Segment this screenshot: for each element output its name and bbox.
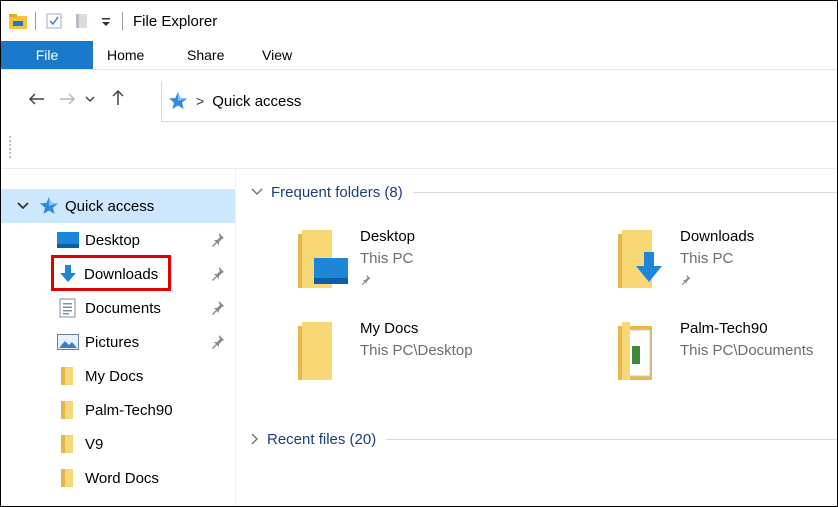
nav-label: V9 (85, 435, 104, 453)
nav-item-v9[interactable]: V9 (1, 427, 235, 461)
back-arrow-icon (28, 93, 44, 105)
tab-view[interactable]: View (262, 41, 292, 69)
tile-location: This PC\Documents (680, 342, 814, 359)
forward-arrow-icon (60, 93, 76, 105)
pin-icon (681, 274, 691, 286)
window-title: File Explorer (133, 12, 218, 30)
properties-checkbox-icon[interactable] (46, 13, 62, 29)
nav-label: Desktop (85, 231, 141, 249)
section-divider (386, 438, 837, 440)
tile-my-docs[interactable]: My Docs This PC\Desktop (296, 320, 586, 398)
desktop-folder-icon (298, 230, 348, 288)
explorer-folder-icon[interactable] (9, 13, 27, 29)
section-divider (412, 191, 837, 193)
tile-location: This PC (680, 250, 734, 267)
section-title: Recent files (20) (267, 430, 377, 448)
address-bar[interactable]: > Quick access (161, 81, 837, 122)
folder-icon (298, 322, 332, 380)
file-explorer-window: File Explorer File Home Share View > Qui… (0, 0, 838, 507)
forward-button[interactable] (57, 87, 79, 113)
tile-location: This PC\Desktop (360, 342, 473, 359)
nav-item-my-docs[interactable]: My Docs (1, 359, 235, 393)
ribbon-tabs: File Home Share View (1, 41, 837, 70)
tile-downloads[interactable]: Downloads This PC (616, 228, 837, 306)
tab-file[interactable]: File (1, 41, 93, 69)
nav-item-word-docs[interactable]: Word Docs (1, 461, 235, 495)
folder-icon (61, 435, 73, 453)
nav-item-downloads[interactable]: Downloads (1, 257, 235, 291)
up-arrow-icon (112, 89, 124, 105)
title-bar: File Explorer (1, 1, 837, 41)
pin-icon[interactable] (211, 334, 225, 350)
desktop-icon (57, 232, 79, 248)
tile-name: Downloads (680, 228, 755, 245)
new-folder-icon[interactable] (74, 13, 90, 29)
toolbar-separator (122, 12, 123, 30)
section-title: Frequent folders (8) (271, 183, 403, 201)
tile-name: Desktop (360, 228, 416, 245)
pin-icon[interactable] (211, 300, 225, 316)
nav-label: Downloads (84, 265, 159, 283)
documents-icon (59, 298, 76, 318)
tile-desktop[interactable]: Desktop This PC (296, 228, 586, 306)
address-row: > Quick access (1, 77, 837, 123)
toolbar-separator (35, 12, 36, 30)
download-arrow-icon (60, 265, 76, 282)
tile-palm-tech90[interactable]: Palm-Tech90 This PC\Documents (616, 320, 837, 398)
toolbar-strip (1, 126, 837, 169)
nav-label: Pictures (85, 333, 140, 351)
breadcrumb-quick-access[interactable]: Quick access (212, 93, 301, 110)
tab-home[interactable]: Home (107, 41, 144, 69)
navigation-pane: Quick access Desktop Downloads Documents… (1, 168, 236, 506)
quick-access-star-icon (40, 197, 58, 214)
section-recent-files[interactable]: Recent files (20) (251, 425, 837, 453)
chevron-right-icon (251, 433, 258, 445)
breadcrumb-chevron-icon[interactable]: > (196, 93, 204, 109)
pin-icon[interactable] (211, 266, 225, 282)
customize-toolbar-dropdown-icon[interactable] (100, 13, 112, 29)
expand-chevron-icon[interactable] (17, 201, 29, 211)
nav-label: My Docs (85, 367, 144, 385)
nav-label: Word Docs (85, 469, 159, 487)
tile-name: Palm-Tech90 (680, 320, 768, 337)
folder-icon (61, 367, 73, 385)
quick-access-toolbar (9, 1, 129, 41)
pin-icon[interactable] (211, 232, 225, 248)
pin-icon (361, 274, 371, 286)
folder-icon (61, 401, 73, 419)
tab-share[interactable]: Share (187, 41, 224, 69)
nav-item-pictures[interactable]: Pictures (1, 325, 235, 359)
nav-item-documents[interactable]: Documents (1, 291, 235, 325)
chevron-down-icon (251, 188, 263, 195)
tile-location: This PC (360, 250, 414, 267)
nav-label: Quick access (65, 197, 155, 215)
chevron-down-icon (85, 96, 95, 103)
nav-label: Palm-Tech90 (85, 401, 173, 419)
folder-with-files-icon (618, 322, 652, 380)
toolbar-grip (9, 136, 13, 158)
section-frequent-folders[interactable]: Frequent folders (8) (251, 178, 837, 206)
content-pane: Frequent folders (8) Desktop This PC Dow… (236, 168, 837, 506)
pictures-icon (57, 334, 79, 350)
nav-item-palm-tech90[interactable]: Palm-Tech90 (1, 393, 235, 427)
nav-item-desktop[interactable]: Desktop (1, 223, 235, 257)
nav-label: Documents (85, 299, 161, 317)
tile-name: My Docs (360, 320, 419, 337)
nav-quick-access[interactable]: Quick access (1, 189, 235, 223)
quick-access-star-icon (169, 92, 187, 109)
recent-locations-button[interactable] (83, 87, 97, 113)
up-button[interactable] (107, 87, 129, 113)
downloads-folder-icon (618, 230, 662, 288)
folder-icon (61, 469, 73, 487)
back-button[interactable] (25, 87, 47, 113)
